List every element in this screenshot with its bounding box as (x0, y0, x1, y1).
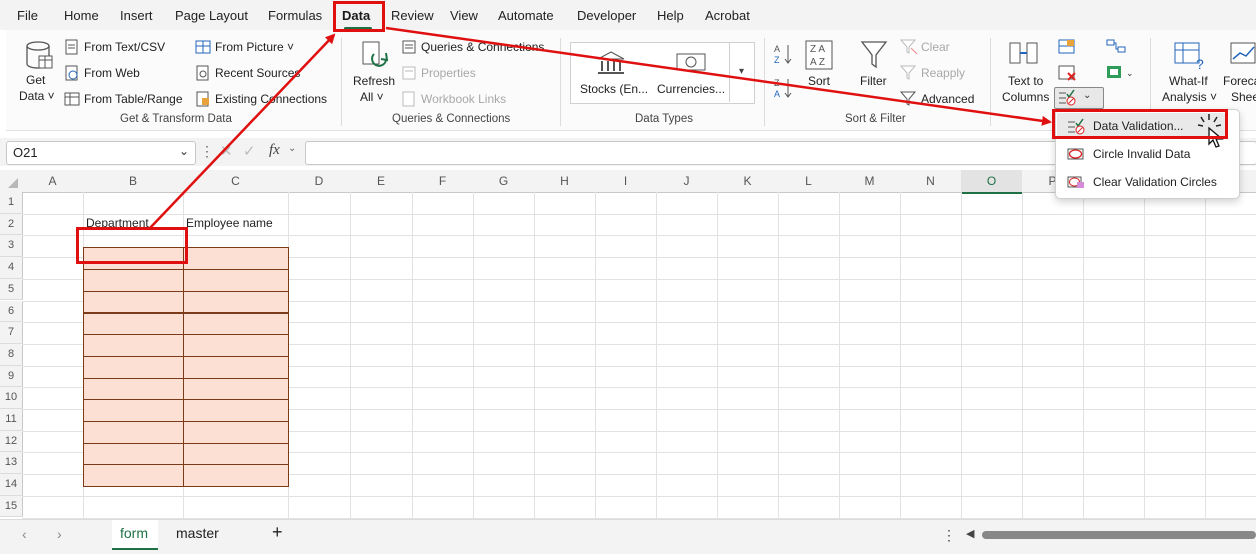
callout-arrows (149, 26, 1052, 229)
